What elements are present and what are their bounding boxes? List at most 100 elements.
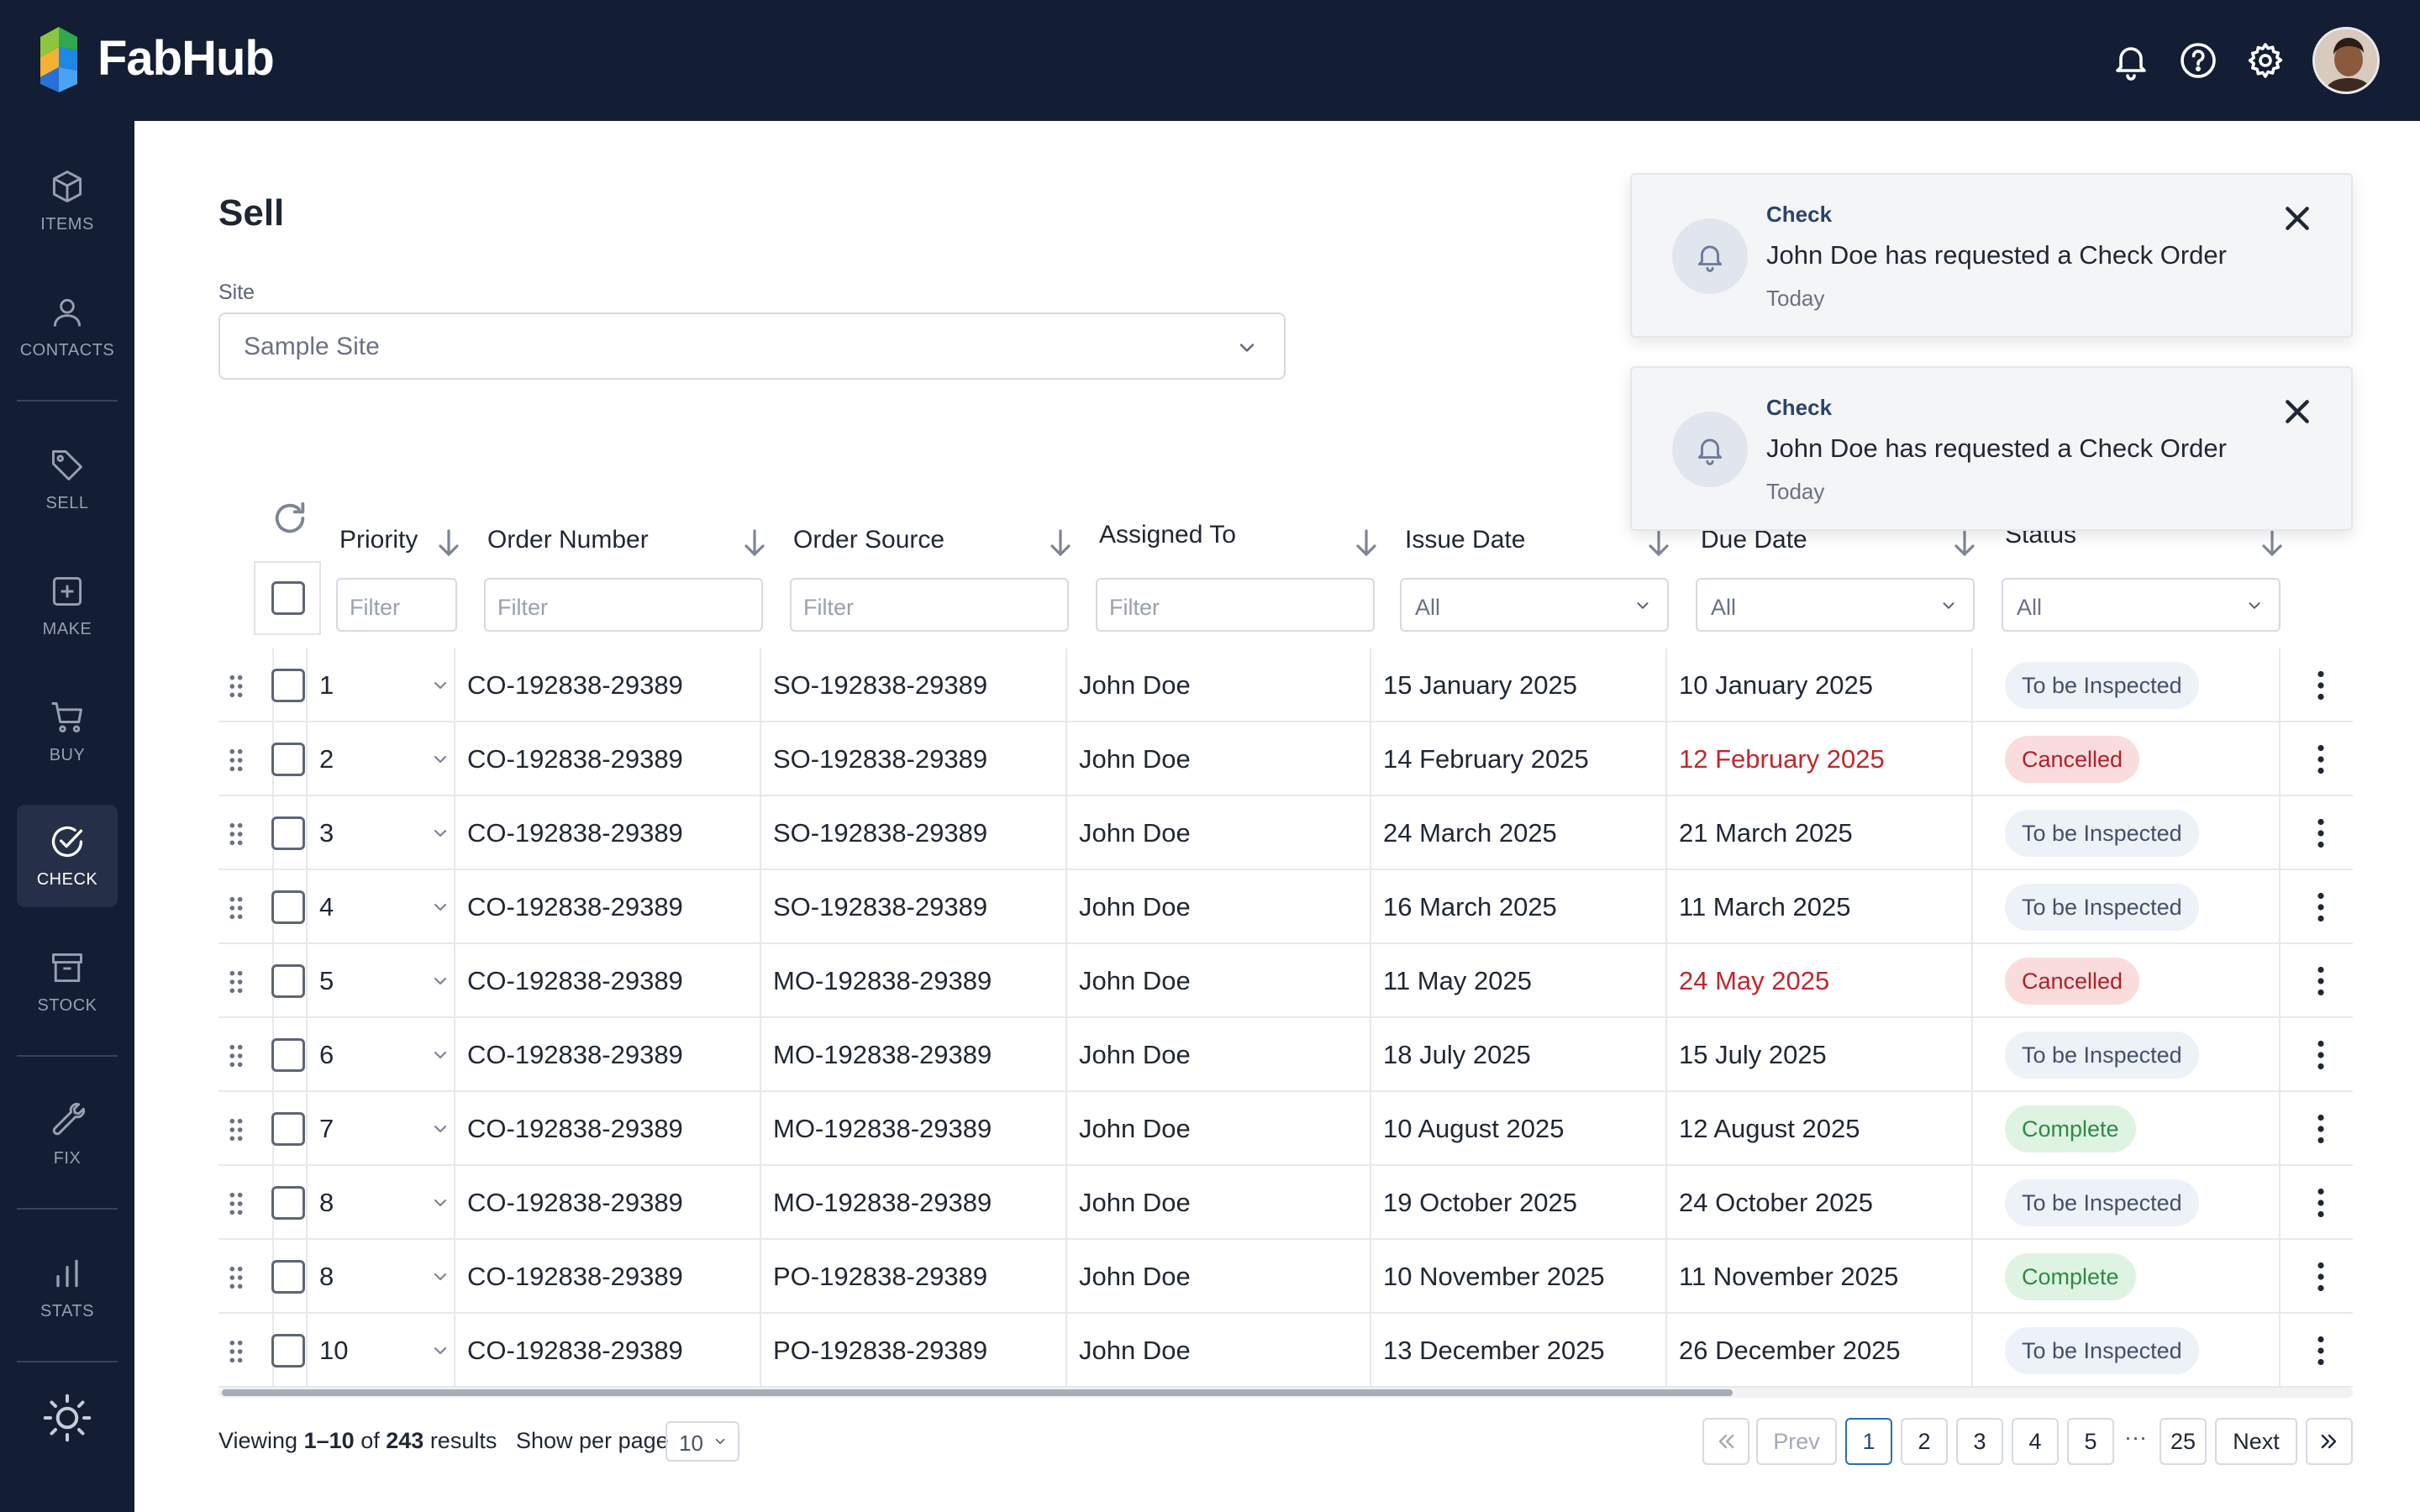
row-checkbox[interactable] [271,1334,305,1368]
priority-select[interactable]: 8 [319,1262,334,1292]
more-actions-icon[interactable] [2316,670,2326,701]
chevron-down-icon[interactable] [430,1341,450,1361]
order-source-filter-input[interactable]: Filter [790,578,1069,632]
page-button-last[interactable]: 25 [2160,1418,2207,1465]
priority-select[interactable]: 5 [319,966,334,996]
notification-toast[interactable]: Check John Doe has requested a Check Ord… [1630,366,2353,531]
fabhub-logo[interactable] [37,25,81,94]
sort-down-icon[interactable] [1049,528,1072,558]
chevron-down-icon[interactable] [430,1119,450,1139]
close-icon[interactable] [2281,202,2314,235]
sidebar-item-stats[interactable]: STATS [17,1236,118,1339]
chevron-down-icon[interactable] [430,971,450,991]
priority-select[interactable]: 6 [319,1040,334,1070]
prev-page-button[interactable]: Prev [1756,1418,1837,1465]
drag-handle-icon[interactable] [227,748,245,773]
row-checkbox[interactable] [271,743,305,776]
priority-select[interactable]: 1 [319,670,334,701]
sidebar-item-buy[interactable]: BUY [17,680,118,783]
chevron-down-icon[interactable] [430,1045,450,1065]
column-header-assigned-to[interactable]: Assigned To [1099,521,1236,549]
table-row[interactable]: 1 CO-192838-29389 SO-192838-29389 John Doe 1… [218,648,2353,722]
row-checkbox[interactable] [271,964,305,998]
chevron-down-icon[interactable] [430,1267,450,1287]
table-row[interactable]: 3 CO-192838-29389 SO-192838-29389 John Doe 2… [218,796,2353,870]
sort-down-icon[interactable] [1953,528,1976,558]
sun-icon[interactable] [42,1393,92,1443]
chevron-down-icon[interactable] [430,897,450,917]
priority-select[interactable]: 8 [319,1188,334,1218]
notification-toast[interactable]: Check John Doe has requested a Check Ord… [1630,173,2353,338]
sidebar-item-fix[interactable]: FIX [17,1084,118,1186]
more-actions-icon[interactable] [2316,1188,2326,1218]
row-checkbox[interactable] [271,1186,305,1220]
refresh-icon[interactable] [271,499,309,538]
more-actions-icon[interactable] [2316,892,2326,922]
sort-down-icon[interactable] [1355,528,1378,558]
priority-select[interactable]: 10 [319,1336,348,1366]
gear-icon[interactable] [2245,40,2286,81]
sidebar-item-stock[interactable]: STOCK [17,931,118,1033]
status-filter-select[interactable]: All [2002,578,2281,632]
issue-date-filter-select[interactable]: All [1400,578,1669,632]
table-row[interactable]: 8 CO-192838-29389 MO-192838-29389 John Doe 1… [218,1166,2353,1240]
table-row[interactable]: 10 CO-192838-29389 PO-192838-29389 John Doe… [218,1314,2353,1388]
more-actions-icon[interactable] [2316,744,2326,774]
page-button-4[interactable]: 4 [2012,1418,2059,1465]
more-actions-icon[interactable] [2316,966,2326,996]
assigned-to-filter-input[interactable]: Filter [1096,578,1375,632]
due-date-filter-select[interactable]: All [1696,578,1975,632]
more-actions-icon[interactable] [2316,1114,2326,1144]
row-checkbox[interactable] [271,1038,305,1072]
priority-select[interactable]: 4 [319,892,334,922]
drag-handle-icon[interactable] [227,895,245,921]
sidebar-item-check[interactable]: CHECK [17,805,118,907]
select-all-checkbox[interactable] [271,581,305,615]
help-icon[interactable] [2178,40,2218,81]
page-button-1[interactable]: 1 [1845,1418,1892,1465]
last-page-button[interactable] [2306,1418,2353,1465]
horizontal-scrollbar-thumb[interactable] [222,1389,1733,1396]
priority-filter-input[interactable]: Filter [336,578,457,632]
sidebar-item-contacts[interactable]: CONTACTS [17,276,118,378]
chevron-down-icon[interactable] [430,1193,450,1213]
sidebar-item-items[interactable]: ITEMS [17,150,118,252]
bell-icon[interactable] [2111,40,2151,81]
page-button-3[interactable]: 3 [1956,1418,2003,1465]
column-header-issue-date[interactable]: Issue Date [1405,526,1525,554]
chevron-down-icon[interactable] [430,749,450,769]
priority-select[interactable]: 7 [319,1114,334,1144]
row-checkbox[interactable] [271,669,305,702]
table-row[interactable]: 6 CO-192838-29389 MO-192838-29389 John Doe 1… [218,1018,2353,1092]
drag-handle-icon[interactable] [227,1265,245,1290]
column-header-order-number[interactable]: Order Number [487,526,649,554]
drag-handle-icon[interactable] [227,969,245,995]
more-actions-icon[interactable] [2316,1040,2326,1070]
close-icon[interactable] [2281,395,2314,428]
row-checkbox[interactable] [271,816,305,850]
drag-handle-icon[interactable] [227,1043,245,1068]
sort-down-icon[interactable] [2260,528,2284,558]
row-checkbox[interactable] [271,1260,305,1294]
drag-handle-icon[interactable] [227,1117,245,1142]
order-number-filter-input[interactable]: Filter [484,578,763,632]
drag-handle-icon[interactable] [227,674,245,699]
sort-down-icon[interactable] [437,528,460,558]
per-page-select[interactable]: 10 [666,1421,739,1462]
page-button-2[interactable]: 2 [1901,1418,1948,1465]
chevron-down-icon[interactable] [430,675,450,696]
row-checkbox[interactable] [271,890,305,924]
chevron-down-icon[interactable] [430,823,450,843]
sort-down-icon[interactable] [1647,528,1670,558]
table-row[interactable]: 4 CO-192838-29389 SO-192838-29389 John Doe 1… [218,870,2353,944]
sidebar-item-sell[interactable]: SELL [17,428,118,531]
drag-handle-icon[interactable] [227,822,245,847]
drag-handle-icon[interactable] [227,1339,245,1364]
column-header-priority[interactable]: Priority [339,526,418,554]
first-page-button[interactable] [1702,1418,1749,1465]
next-page-button[interactable]: Next [2215,1418,2297,1465]
avatar[interactable] [2312,27,2380,94]
column-header-order-source[interactable]: Order Source [793,526,944,554]
site-select[interactable]: Sample Site [218,312,1286,380]
priority-select[interactable]: 3 [319,818,334,848]
